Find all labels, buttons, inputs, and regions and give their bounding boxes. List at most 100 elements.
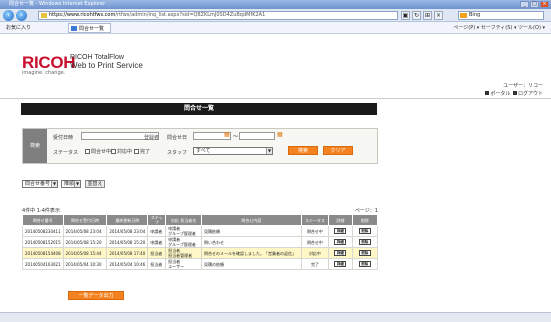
back-icon[interactable]: ‹ — [3, 10, 14, 21]
bing-icon — [460, 13, 467, 18]
date-range-separator: ～ — [233, 134, 239, 140]
status-option-inquiring[interactable]: 問合せ中 — [85, 148, 111, 155]
page-content: RICOH imagine. change. RICOH TotalFlow W… — [0, 34, 551, 322]
col-header-detail: 詳細 — [328, 214, 353, 226]
pager[interactable]: ページ：1 — [355, 207, 378, 214]
calendar-icon[interactable]: ▦ — [224, 131, 230, 138]
col-header-id[interactable]: 問合せ番号 — [22, 214, 64, 226]
delete-button[interactable]: 削除 — [358, 250, 371, 256]
clear-button[interactable]: クリア — [323, 146, 353, 155]
browser-tab[interactable]: 問合せ一覧 — [68, 23, 112, 33]
cell-id: 20140508230411 — [22, 225, 64, 237]
compat-view-icon[interactable]: ⊞ — [423, 11, 432, 20]
sort-order-select[interactable]: 降順 ▼ — [61, 180, 81, 188]
lock-status-icon[interactable]: ▣ — [401, 11, 410, 20]
cell-updated: 2014/05/08 15:20 — [106, 236, 149, 248]
cell-staff: 担当者 ユーザー — [165, 258, 202, 270]
col-header-updated[interactable]: 最終更新日時 — [106, 214, 149, 226]
requester-label: 登録者 — [144, 135, 160, 141]
cell-delete: 削除 — [351, 236, 379, 248]
cell-status: 対応中 — [300, 247, 330, 259]
page-title: 問合せ一覧 — [21, 103, 377, 115]
forward-icon[interactable]: › — [16, 10, 27, 21]
cell-detail: 詳細 — [328, 258, 353, 270]
command-bar[interactable]: ページ(P) ▾ セーフティ(S) ▾ ツール(O) ▾ — [453, 22, 545, 34]
search-panel: 検索 受付日時 登録者 問合せ日 ▦ ～ ▦ ステータス 問合せ中 対応中 完了… — [22, 128, 378, 164]
favorites-button[interactable]: お気に入り — [6, 22, 31, 34]
close-window-button[interactable]: × — [540, 1, 549, 8]
url-path: /rtfws/admin/inq_list.aspx?sid=Q8ZKLmJ0S… — [115, 12, 266, 18]
delete-button[interactable]: 削除 — [358, 261, 371, 267]
cell-updated: 2014/05/08 23:04 — [106, 225, 149, 237]
cell-received: 2014/05/08 23:04 — [62, 225, 108, 237]
search-button[interactable]: 検索 — [288, 146, 318, 155]
checkbox-icon[interactable] — [134, 149, 139, 154]
col-header-delete: 削除 — [351, 214, 379, 226]
browser-status-bar — [0, 312, 551, 322]
col-header-content[interactable]: 問合せ内容 — [200, 214, 302, 226]
sort-apply-button[interactable]: 並替え — [85, 180, 105, 188]
sort-field-value: 問合せ番号 — [25, 181, 51, 187]
date-to-input[interactable] — [239, 132, 275, 140]
cell-delete: 削除 — [351, 247, 379, 259]
checkbox-icon[interactable] — [85, 149, 90, 154]
col-header-status[interactable]: ステータス — [300, 214, 330, 226]
cell-received: 2014/05/08 15:44 — [62, 247, 108, 259]
browser-search-input[interactable]: Bing — [458, 11, 544, 20]
refresh-icon[interactable]: ↻ — [412, 11, 421, 20]
cell-staff: 申請者 グループ管理者 — [165, 236, 202, 248]
tab-title: 問合せ一覧 — [79, 26, 105, 32]
delete-button[interactable]: 削除 — [358, 228, 371, 234]
detail-button[interactable]: 詳細 — [334, 239, 347, 245]
chevron-down-icon: ▼ — [266, 148, 272, 154]
logout-link[interactable]: ログアウト — [518, 91, 543, 97]
window-titlebar: 問合せ一覧 - Windows Internet Explorer _ □ × — [0, 0, 551, 9]
table-row: 20140504103021 2014/05/04 10:30 2014/05/… — [22, 258, 379, 270]
chevron-down-icon: ▼ — [74, 181, 80, 187]
date-label: 問合せ日 — [167, 135, 188, 141]
url-field[interactable]: https://www.ricohtfws.com/rtfws/admin/in… — [38, 11, 398, 20]
cell-id: 20140504103021 — [22, 258, 64, 270]
detail-button[interactable]: 詳細 — [334, 250, 347, 256]
calendar-icon[interactable]: ▦ — [277, 131, 283, 138]
chevron-down-icon: ▼ — [51, 181, 57, 187]
inquiry-table: 問合せ番号 問合せ受付日時 最終更新日時 ステップ 対応 担当者名 問合せ内容 … — [22, 214, 379, 270]
page-icon — [71, 26, 77, 31]
cell-updated: 2014/05/04 10:46 — [106, 258, 149, 270]
browser-search-placeholder: Bing — [469, 12, 481, 18]
cell-detail: 詳細 — [328, 236, 353, 248]
stop-icon[interactable]: × — [434, 11, 443, 20]
export-csv-button[interactable]: 一覧データ出力 — [68, 291, 124, 300]
search-section-label: 検索 — [23, 129, 47, 163]
portal-link[interactable]: ポータル — [490, 91, 510, 97]
table-row: 20140508154408 2014/05/08 15:44 2014/05/… — [22, 247, 379, 259]
minimize-button[interactable]: _ — [520, 1, 529, 8]
checkbox-icon[interactable] — [111, 149, 116, 154]
col-header-step[interactable]: ステップ — [147, 214, 167, 226]
maximize-button[interactable]: □ — [530, 1, 539, 8]
user-name: ユーザー：リコー — [503, 83, 543, 89]
cell-updated: 2014/05/08 17:40 — [106, 247, 149, 259]
cell-status: 問合せ中 — [300, 236, 330, 248]
lock-icon — [41, 13, 47, 18]
cell-id: 20140508152015 — [22, 236, 64, 248]
cell-status: 問合せ中 — [300, 225, 330, 237]
header-divider — [0, 98, 551, 99]
sort-field-select[interactable]: 問合せ番号 ▼ — [22, 180, 58, 188]
table-row: 20140508230411 2014/05/08 23:04 2014/05/… — [22, 225, 379, 237]
user-area: ユーザー：リコー ポータル ログアウト — [484, 82, 543, 98]
col-header-received[interactable]: 問合せ受付日時 — [62, 214, 108, 226]
status-option-in-progress[interactable]: 対応中 — [111, 148, 132, 155]
status-option-done[interactable]: 完了 — [134, 148, 150, 155]
sort-order-value: 降順 — [64, 181, 75, 187]
cell-delete: 削除 — [351, 258, 379, 270]
delete-button[interactable]: 削除 — [358, 239, 371, 245]
result-info: 4件中 1-4件表示 ページ：1 — [22, 207, 378, 214]
logout-icon — [512, 91, 517, 95]
cell-received: 2014/05/08 15:20 — [62, 236, 108, 248]
cell-content: 見積の依頼 — [200, 258, 302, 270]
detail-button[interactable]: 詳細 — [334, 228, 347, 234]
staff-select[interactable]: すべて ▼ — [193, 147, 273, 155]
col-header-staff[interactable]: 対応 担当者名 — [165, 214, 202, 226]
detail-button[interactable]: 詳細 — [334, 261, 347, 267]
